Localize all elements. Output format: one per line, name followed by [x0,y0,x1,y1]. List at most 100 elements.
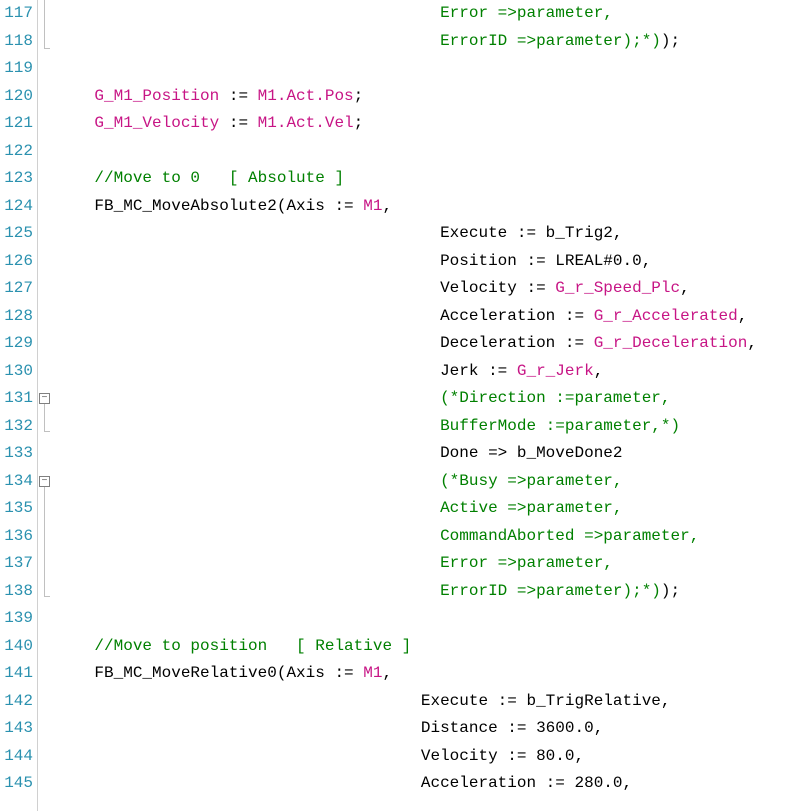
code-token: Execute := b_Trig2, [440,224,622,242]
code-token: M1 [363,664,382,682]
code-line[interactable]: ErrorID =>parameter);*)); [56,28,796,56]
line-number: 140 [0,633,33,661]
code-token: Execute := b_TrigRelative, [421,692,671,710]
code-editor: 117 118 119 120 121 122 123 124 125 126 … [0,0,796,811]
code-line[interactable]: Acceleration := G_r_Accelerated, [56,303,796,331]
code-token: G_r_Jerk [517,362,594,380]
code-line[interactable]: Execute := b_Trig2, [56,220,796,248]
code-line[interactable]: Distance := 3600.0, [56,715,796,743]
code-token: G_M1_Velocity [94,114,219,132]
line-number: 127 [0,275,33,303]
line-number: 129 [0,330,33,358]
code-token: , [738,307,748,325]
code-token: := [219,87,257,105]
line-number: 143 [0,715,33,743]
code-line[interactable] [56,605,796,633]
fold-guide-end [44,596,50,597]
line-number: 130 [0,358,33,386]
code-line[interactable]: Position := LREAL#0.0, [56,248,796,276]
line-number: 142 [0,688,33,716]
line-number: 134 [0,468,33,496]
line-number-gutter: 117 118 119 120 121 122 123 124 125 126 … [0,0,38,811]
line-number: 136 [0,523,33,551]
line-number: 132 [0,413,33,441]
code-token: Velocity := 80.0, [421,747,584,765]
fold-guide-end [44,48,50,49]
fold-gutter: − − [38,0,52,811]
code-token: G_M1_Position [94,87,219,105]
code-token: ErrorID =>parameter);*) [440,32,661,50]
code-token: Jerk := [440,362,517,380]
code-token: (*Busy =>parameter, [440,472,622,490]
code-token: , [382,197,392,215]
code-token: FB_MC_MoveAbsolute2(Axis := [94,197,363,215]
code-token: FB_MC_MoveRelative0(Axis := [94,664,363,682]
code-line[interactable]: Velocity := 80.0, [56,743,796,771]
code-line[interactable]: BufferMode :=parameter,*) [56,413,796,441]
line-number: 144 [0,743,33,771]
code-token: //Move to 0 [ Absolute ] [94,169,344,187]
code-token: ); [661,582,680,600]
code-token: M1 [363,197,382,215]
code-line[interactable]: CommandAborted =>parameter, [56,523,796,551]
code-line[interactable]: //Move to 0 [ Absolute ] [56,165,796,193]
line-number: 124 [0,193,33,221]
code-line[interactable]: Error =>parameter, [56,0,796,28]
fold-toggle-icon[interactable]: − [39,476,50,487]
code-token: ; [354,114,364,132]
code-line[interactable]: (*Direction :=parameter, [56,385,796,413]
line-number: 139 [0,605,33,633]
code-line[interactable]: Jerk := G_r_Jerk, [56,358,796,386]
code-token: BufferMode :=parameter,*) [440,417,680,435]
code-line[interactable]: Execute := b_TrigRelative, [56,688,796,716]
fold-guide [44,0,45,49]
code-token: , [747,334,757,352]
code-line[interactable]: Velocity := G_r_Speed_Plc, [56,275,796,303]
line-number: 133 [0,440,33,468]
line-number: 131 [0,385,33,413]
code-token: M1.Act.Pos [258,87,354,105]
code-token: Acceleration := 280.0, [421,774,632,792]
code-token: , [594,362,604,380]
code-line[interactable] [56,55,796,83]
code-line[interactable]: Error =>parameter, [56,550,796,578]
code-token: := [219,114,257,132]
code-token: Distance := 3600.0, [421,719,603,737]
code-area[interactable]: Error =>parameter, ErrorID =>parameter);… [52,0,796,811]
line-number: 120 [0,83,33,111]
code-line[interactable]: FB_MC_MoveRelative0(Axis := M1, [56,660,796,688]
code-line[interactable]: Active =>parameter, [56,495,796,523]
fold-guide [44,404,45,432]
code-line[interactable]: //Move to position [ Relative ] [56,633,796,661]
line-number: 125 [0,220,33,248]
code-token: Error =>parameter, [440,4,613,22]
line-number: 121 [0,110,33,138]
code-line[interactable] [56,138,796,166]
code-line[interactable]: FB_MC_MoveAbsolute2(Axis := M1, [56,193,796,221]
code-line[interactable]: Done => b_MoveDone2 [56,440,796,468]
code-line[interactable]: Deceleration := G_r_Deceleration, [56,330,796,358]
fold-guide [44,487,45,597]
line-number: 126 [0,248,33,276]
code-token: Acceleration := [440,307,594,325]
fold-toggle-icon[interactable]: − [39,393,50,404]
code-line[interactable]: G_M1_Position := M1.Act.Pos; [56,83,796,111]
code-token: G_r_Accelerated [594,307,738,325]
code-token: (*Direction :=parameter, [440,389,670,407]
code-token: //Move to position [ Relative ] [94,637,411,655]
code-token: Velocity := [440,279,555,297]
line-number: 137 [0,550,33,578]
code-token: Active =>parameter, [440,499,622,517]
line-number: 118 [0,28,33,56]
code-line[interactable]: (*Busy =>parameter, [56,468,796,496]
code-line[interactable]: Acceleration := 280.0, [56,770,796,798]
code-token: Done => b_MoveDone2 [440,444,622,462]
code-token: CommandAborted =>parameter, [440,527,699,545]
code-token: Deceleration := [440,334,594,352]
line-number: 138 [0,578,33,606]
line-number: 122 [0,138,33,166]
line-number: 123 [0,165,33,193]
code-line[interactable]: ErrorID =>parameter);*)); [56,578,796,606]
code-line[interactable]: G_M1_Velocity := M1.Act.Vel; [56,110,796,138]
line-number: 145 [0,770,33,798]
